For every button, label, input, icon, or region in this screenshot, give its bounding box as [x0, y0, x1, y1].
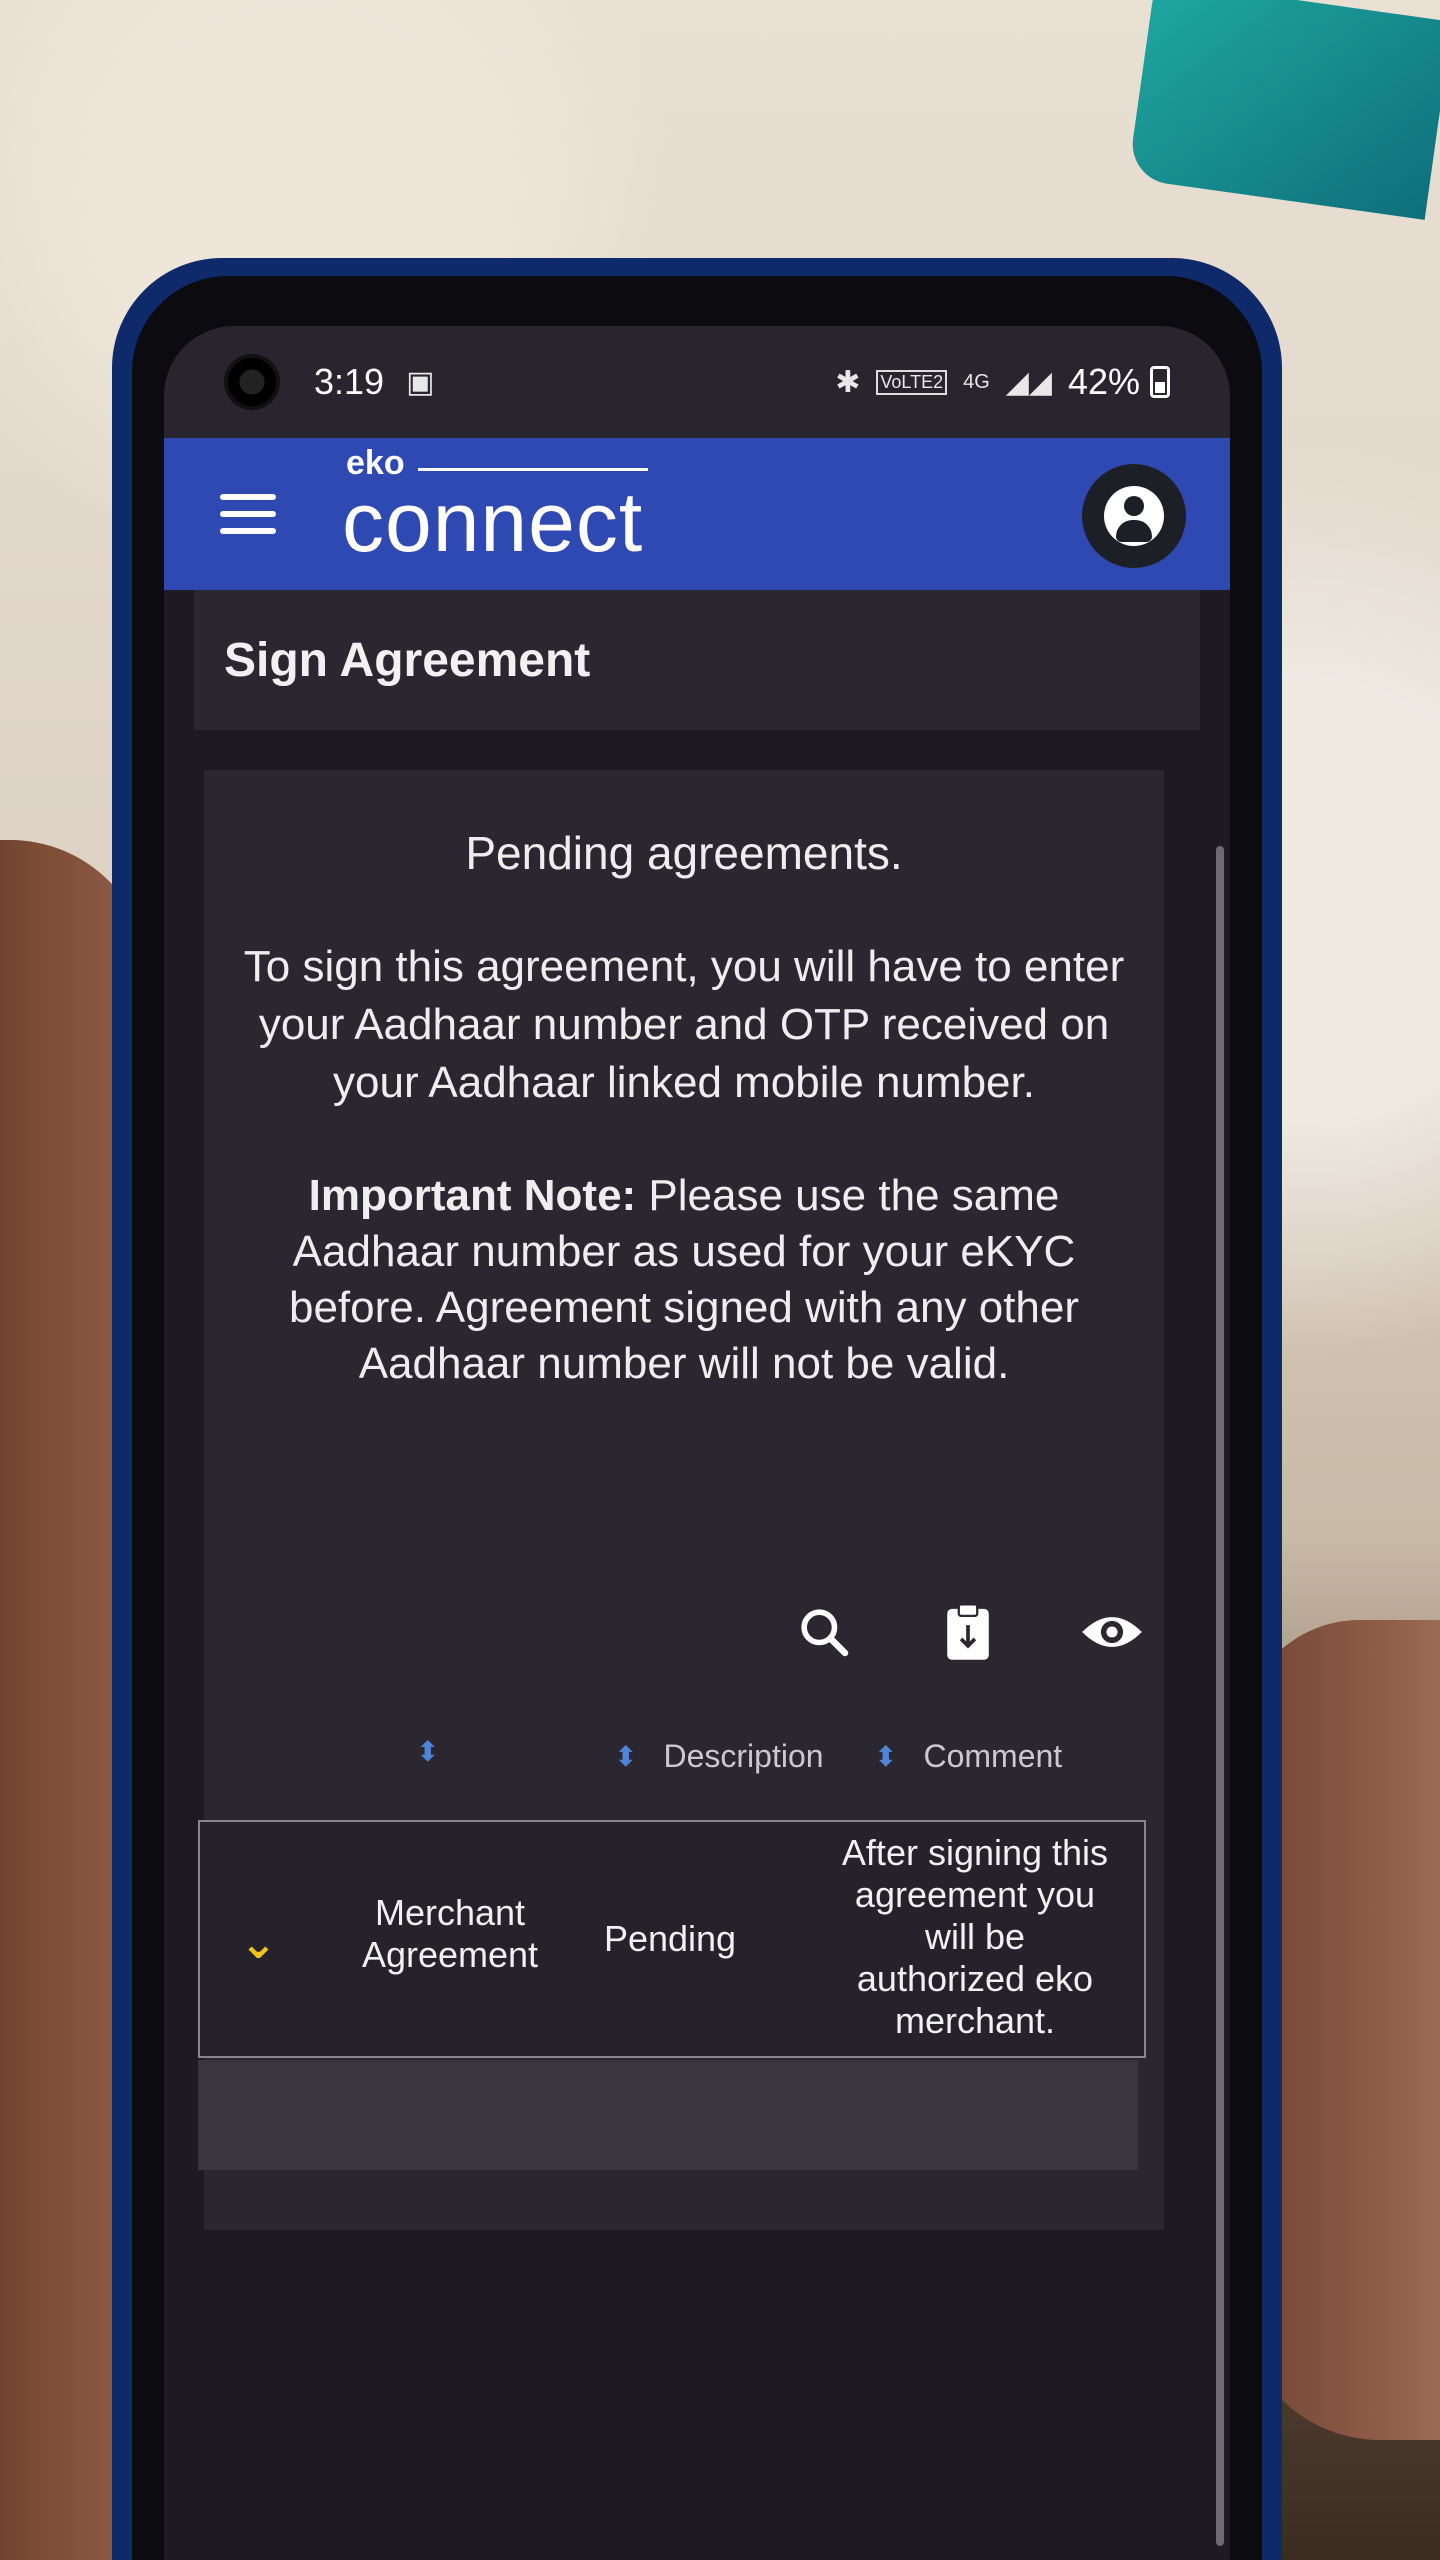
table-header: ⬍ ⬍ Description ⬍ Comment	[204, 1730, 1164, 1790]
important-note: Important Note: Please use the same Aadh…	[204, 1112, 1164, 1392]
phone-screen: 3:19 ▣ ✱ VoLTE2 4G ◢◢ 42% eko connect Si…	[164, 326, 1230, 2560]
volte-icon: VoLTE2	[876, 369, 948, 395]
signal-icon: ◢◢	[1005, 365, 1052, 399]
column-header-description[interactable]: ⬍ Description	[614, 1738, 824, 1775]
photo-scene: 3:19 ▣ ✱ VoLTE2 4G ◢◢ 42% eko connect Si…	[0, 0, 1440, 2560]
hamburger-menu-icon[interactable]	[220, 494, 276, 534]
network-type: 4G	[963, 370, 990, 393]
table-footer	[198, 2060, 1138, 2170]
row-comment: After signing this agreement you will be…	[841, 1832, 1109, 2041]
status-bar: 3:19 ▣ ✱ VoLTE2 4G ◢◢ 42%	[164, 326, 1230, 438]
column-header-comment[interactable]: ⬍ Comment	[874, 1738, 1062, 1775]
sort-icon: ⬍	[874, 1740, 898, 1772]
table-toolbar	[792, 1600, 1144, 1664]
table-row[interactable]: ⌄ Merchant Agreement Pending After signi…	[198, 1820, 1146, 2058]
agreement-card: Pending agreements. To sign this agreeme…	[198, 770, 1164, 2230]
scrollbar[interactable]	[1216, 846, 1224, 2546]
notification-icon: ▣	[406, 365, 435, 399]
card-heading: Pending agreements.	[465, 827, 903, 879]
status-time: 3:19	[314, 361, 385, 402]
battery-percent: 42%	[1067, 361, 1140, 402]
account-circle-icon	[1104, 486, 1164, 546]
clipboard-download-icon[interactable]	[936, 1600, 1000, 1664]
camera-hole	[224, 354, 280, 410]
logo-eko: eko	[346, 444, 405, 482]
row-status: Pending	[603, 1918, 737, 1959]
note-label: Important Note:	[308, 1171, 637, 1220]
phone-frame: 3:19 ▣ ✱ VoLTE2 4G ◢◢ 42% eko connect Si…	[112, 258, 1282, 2560]
account-button[interactable]	[1082, 464, 1186, 568]
background-phone	[1127, 0, 1440, 220]
bluetooth-icon: ✱	[835, 365, 861, 399]
sort-icon: ⬍	[416, 1736, 440, 1767]
card-instruction: To sign this agreement, you will have to…	[243, 942, 1125, 1107]
chevron-down-icon[interactable]: ⌄	[240, 1918, 277, 1969]
eye-icon[interactable]	[1080, 1600, 1144, 1664]
column-header-name[interactable]: ⬍	[416, 1738, 465, 1766]
search-icon[interactable]	[792, 1600, 856, 1664]
phone-bezel: 3:19 ▣ ✱ VoLTE2 4G ◢◢ 42% eko connect Si…	[132, 276, 1262, 2560]
app-bar: eko connect	[164, 438, 1230, 590]
sort-icon: ⬍	[614, 1740, 638, 1772]
page-title: Sign Agreement	[194, 590, 1200, 730]
battery-icon	[1150, 366, 1170, 398]
app-logo: eko connect	[342, 444, 648, 564]
row-agreement-name: Merchant Agreement	[361, 1892, 539, 1975]
